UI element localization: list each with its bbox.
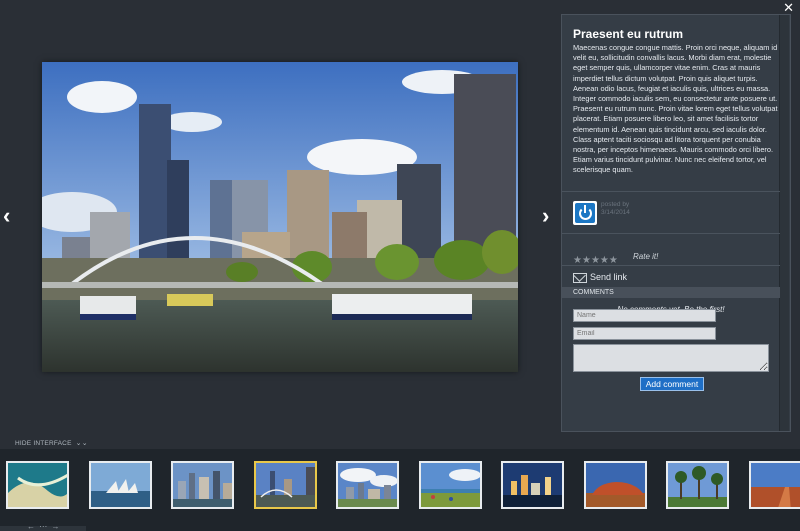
double-chevron-down-icon: ⌄⌄ [75,440,88,447]
add-comment-button[interactable]: Add comment [640,377,704,391]
close-icon[interactable]: ✕ [783,1,794,14]
thumb-city-harbour[interactable] [171,461,234,509]
divider [562,265,780,266]
info-panel: Praesent eu rutrum Maecenas congue congu… [561,14,791,432]
thumb-outback-road[interactable] [749,461,800,509]
thumb-city-clouds[interactable] [336,461,399,509]
author-avatar[interactable] [573,201,597,225]
thumb-city-bridge[interactable] [254,461,317,509]
thumb-beach-lawn[interactable] [419,461,482,509]
email-input[interactable] [573,327,716,340]
posted-info: posted by 3/14/2014 [601,201,630,217]
photo-stage: ‹ › [0,0,560,440]
panel-scrollbar[interactable] [779,15,789,431]
posted-date: 3/14/2014 [601,209,630,216]
thumb-palm-trees[interactable] [666,461,729,509]
divider [562,191,780,192]
comment-textarea[interactable] [573,344,769,372]
thumb-uluru[interactable] [584,461,647,509]
photo-title: Praesent eu rutrum [573,27,684,41]
thumb-coast-aerial[interactable] [6,461,69,509]
name-input[interactable] [573,309,716,322]
hide-interface-label: HIDE INTERFACE [15,440,72,447]
main-photo [42,62,518,372]
posted-by-label: posted by [601,201,630,208]
divider [562,233,780,234]
send-link-label: Send link [590,272,628,282]
next-arrow-icon[interactable]: › [542,205,549,227]
send-link-button[interactable]: Send link [573,272,627,283]
photo-description: Maecenas congue congue mattis. Proin orc… [573,43,778,175]
thumbnail-scroll-arrows[interactable]: ← ⋯ → [27,522,60,531]
comments-header: COMMENTS [562,287,780,298]
previous-arrow-icon[interactable]: ‹ [3,205,10,227]
hide-interface-button[interactable]: HIDE INTERFACE ⌄⌄ [15,439,88,447]
thumb-opera-house[interactable] [89,461,152,509]
rate-label: Rate it! [633,252,659,261]
envelope-icon [573,272,587,283]
thumb-city-night[interactable] [501,461,564,509]
